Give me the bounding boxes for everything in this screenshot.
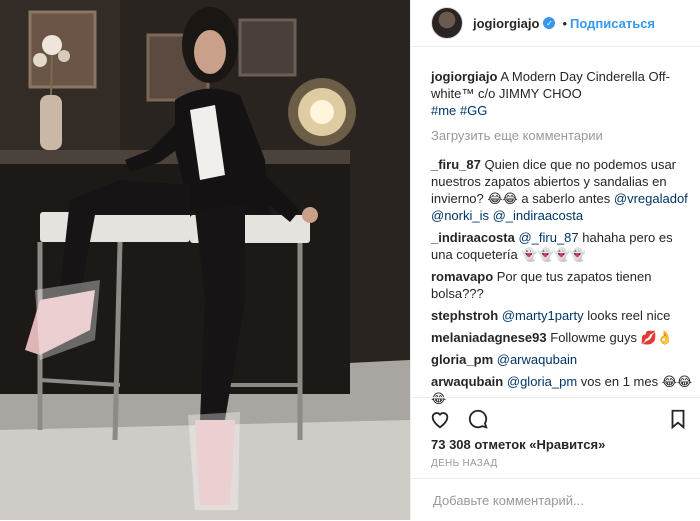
verified-badge-icon: ✓: [543, 17, 556, 29]
post-sidebar: jogiorgiajo ✓ • Подписаться jogiorgiajo …: [410, 0, 700, 520]
comment-text: Followme guys 💋👌: [550, 330, 673, 345]
comment-username[interactable]: _indiraacosta: [431, 230, 515, 245]
instagram-post-window: jogiorgiajo ✓ • Подписаться jogiorgiajo …: [0, 0, 700, 520]
bookmark-icon[interactable]: [667, 408, 689, 430]
speech-bubble-icon[interactable]: [467, 408, 489, 430]
post-timestamp[interactable]: ДЕНЬ НАЗАД: [431, 458, 498, 469]
load-more-comments-link[interactable]: Загрузить еще комментарии: [431, 127, 693, 144]
comment-mention[interactable]: @gloria_pm: [507, 374, 577, 389]
follow-button[interactable]: Подписаться: [570, 16, 655, 31]
add-comment-input[interactable]: [431, 492, 675, 509]
comment-mention[interactable]: @arwaqubain: [497, 352, 577, 367]
comment-item: melaniadagnese93 Followme guys 💋👌: [431, 329, 693, 346]
comment-item: stephstroh @marty1party looks reel nice: [431, 307, 693, 324]
action-bar: [411, 397, 700, 438]
header-username[interactable]: jogiorgiajo: [473, 16, 539, 31]
photo-illustration: [0, 0, 410, 520]
comment-username[interactable]: romavapo: [431, 269, 493, 284]
likes-count[interactable]: 73 308 отметок «Нравится»: [431, 437, 605, 452]
comment-text: looks reel nice: [587, 308, 671, 323]
post-header: jogiorgiajo ✓ • Подписаться: [411, 0, 700, 47]
comment-mention[interactable]: @_firu_87: [518, 230, 578, 245]
comments-list: jogiorgiajo A Modern Day Cinderella Off-…: [431, 68, 693, 412]
comment-username[interactable]: stephstroh: [431, 308, 498, 323]
add-comment-bar: [411, 478, 700, 521]
caption-hashtags[interactable]: #me #GG: [431, 103, 487, 118]
comment-username[interactable]: _firu_87: [431, 157, 481, 172]
comment-item: _firu_87 Quien dice que no podemos usar …: [431, 156, 693, 224]
separator-dot: •: [562, 15, 568, 31]
post-photo[interactable]: [0, 0, 410, 520]
comment-username[interactable]: arwaqubain: [431, 374, 503, 389]
caption-username[interactable]: jogiorgiajo: [431, 69, 497, 84]
comment-username[interactable]: gloria_pm: [431, 352, 493, 367]
comment-item: _indiraacosta @_firu_87 hahaha pero es u…: [431, 229, 693, 263]
comment-username[interactable]: melaniadagnese93: [431, 330, 547, 345]
comment-item: gloria_pm @arwaqubain: [431, 351, 693, 368]
caption: jogiorgiajo A Modern Day Cinderella Off-…: [431, 68, 693, 119]
comment-mention[interactable]: @marty1party: [502, 308, 584, 323]
comment-item: romavapo Por que tus zapatos tienen bols…: [431, 268, 693, 302]
heart-icon[interactable]: [429, 408, 451, 430]
avatar[interactable]: [431, 7, 463, 39]
